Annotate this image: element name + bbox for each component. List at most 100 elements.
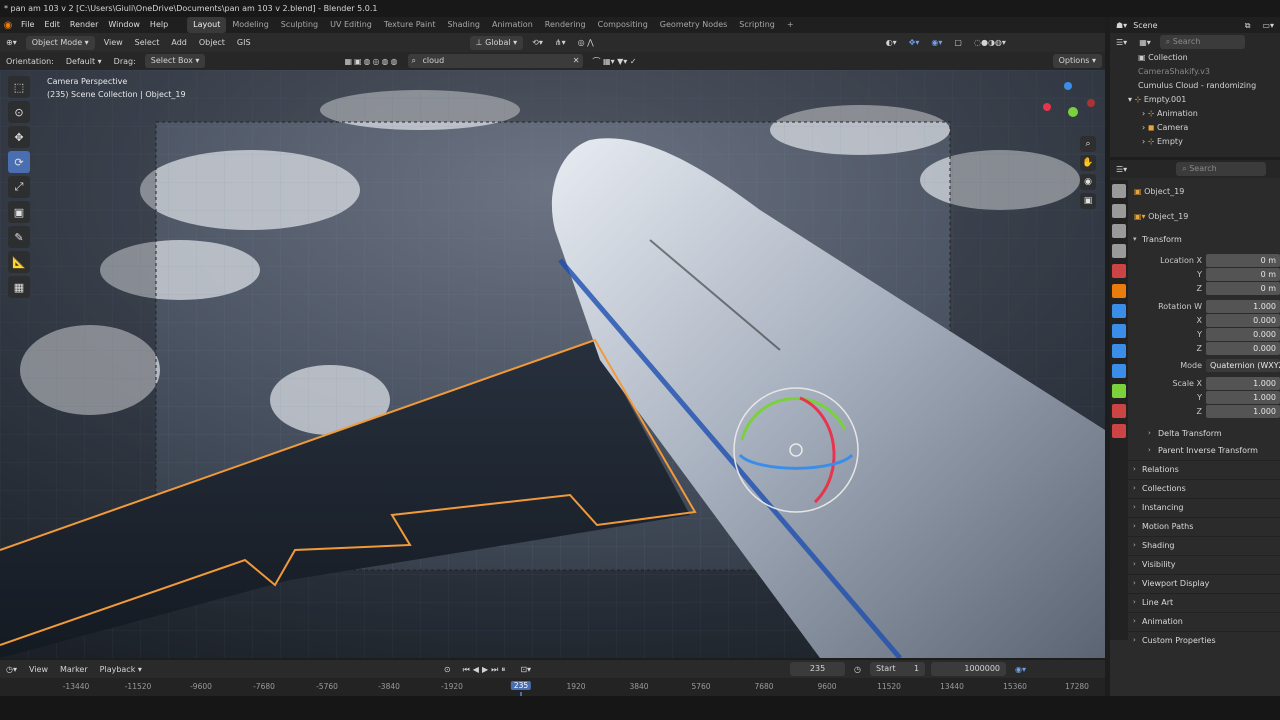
playhead-frame[interactable]: 235 — [510, 681, 532, 690]
annotate-icon[interactable]: ✎ — [8, 226, 30, 248]
render-tab-icon[interactable] — [1112, 204, 1126, 218]
pivot-point-icon[interactable]: ⟲▾ — [526, 33, 549, 52]
options-dropdown[interactable]: Options ▾ — [1052, 54, 1102, 68]
timeline-view-icon[interactable]: ◉▾ — [1009, 660, 1032, 679]
scale-y-field[interactable]: 1.000 — [1206, 391, 1280, 404]
outliner-filter-icon[interactable]: ▦▾ — [1133, 33, 1157, 52]
object-type-icon[interactable]: ▣▾ — [1134, 212, 1146, 221]
playback-controls[interactable]: ⏮◀▶⏭⏸ — [457, 660, 515, 679]
lock-icon[interactable]: ▣ — [1080, 193, 1096, 209]
zoom-icon[interactable]: ⌕ — [1080, 136, 1096, 152]
outliner-item[interactable]: CameraShakify.v3 — [1114, 65, 1280, 79]
output-tab-icon[interactable] — [1112, 224, 1126, 238]
filter-type-icons[interactable]: ▦▣◍◎◍◍ — [338, 52, 405, 71]
snap-icon[interactable]: ⋔▾ — [549, 33, 572, 52]
search-field[interactable]: ⌕ cloud ✕ — [408, 54, 584, 68]
add-cube-icon[interactable]: ▦ — [8, 276, 30, 298]
timeline-menu-view[interactable]: View — [23, 660, 54, 679]
outliner-item[interactable]: Cumulus Cloud - randomizing — [1114, 79, 1280, 93]
rotation-w-field[interactable]: 1.000 — [1206, 300, 1280, 313]
location-z-field[interactable]: 0 m — [1206, 282, 1280, 295]
collections-panel[interactable]: › Collections — [1128, 479, 1280, 496]
add-workspace-button[interactable]: + — [781, 17, 800, 33]
scene-name[interactable]: Scene — [1133, 21, 1157, 30]
menu-render[interactable]: Render — [65, 17, 103, 33]
shading-panel[interactable]: › Shading — [1128, 536, 1280, 553]
outliner-item[interactable]: › ⊹ Animation — [1114, 107, 1280, 121]
timeline-ruler[interactable]: -13440 -11520 -9600 -7680 -5760 -3840 -1… — [0, 678, 1105, 702]
particles-tab-icon[interactable] — [1112, 324, 1126, 338]
viewport-display-panel[interactable]: › Viewport Display — [1128, 574, 1280, 591]
scale-x-field[interactable]: 1.000 — [1206, 377, 1280, 390]
shading-mode-icons[interactable]: ◌●◑◍▾ — [968, 33, 1012, 52]
instancing-panel[interactable]: › Instancing — [1128, 498, 1280, 515]
workspace-tab-uv-editing[interactable]: UV Editing — [324, 17, 378, 33]
line-art-panel[interactable]: › Line Art — [1128, 593, 1280, 610]
orientation-dropdown[interactable]: Default ▾ — [60, 52, 108, 71]
select-box-icon[interactable]: ⬚ — [8, 76, 30, 98]
expand-chevron-icon[interactable]: ▾ — [1128, 95, 1132, 104]
proportional-edit-icon[interactable]: ◎ ⋀ — [572, 33, 600, 52]
drag-dropdown[interactable]: Select Box ▾ — [144, 54, 206, 68]
menu-add[interactable]: Add — [165, 33, 193, 52]
workspace-tab-texture-paint[interactable]: Texture Paint — [378, 17, 442, 33]
cursor-icon[interactable]: ⊙ — [8, 101, 30, 123]
outliner-display-icon[interactable]: ☰▾ — [1110, 33, 1133, 52]
scale-z-field[interactable]: 1.000 — [1206, 405, 1280, 418]
properties-search[interactable]: ⌕ Search — [1176, 162, 1267, 176]
object-name-field[interactable]: Object_19 — [1148, 212, 1188, 221]
expand-chevron-icon[interactable]: › — [1142, 123, 1145, 132]
object-tab-icon[interactable] — [1112, 284, 1126, 298]
rotation-z-field[interactable]: 0.000 — [1206, 342, 1280, 355]
rotation-x-field[interactable]: 0.000 — [1206, 314, 1280, 327]
menu-file[interactable]: File — [16, 17, 39, 33]
outliner-item[interactable]: › ◼ Camera — [1114, 121, 1280, 135]
tool-tab-icon[interactable] — [1112, 184, 1126, 198]
clock-icon[interactable]: ◷ — [848, 660, 867, 679]
outliner-item[interactable]: ▣ Collection — [1114, 51, 1280, 65]
menu-edit[interactable]: Edit — [39, 17, 65, 33]
rotation-y-field[interactable]: 0.000 — [1206, 328, 1280, 341]
visibility-panel[interactable]: › Visibility — [1128, 555, 1280, 572]
workspace-tab-rendering[interactable]: Rendering — [539, 17, 592, 33]
workspace-tab-scripting[interactable]: Scripting — [733, 17, 781, 33]
custom-properties-panel[interactable]: › Custom Properties — [1128, 631, 1280, 648]
timeline-menu-playback[interactable]: Playback ▾ — [94, 660, 148, 679]
filter-icons[interactable]: ⌒ ▦▾ ▼▾ ✓ — [586, 52, 642, 71]
expand-chevron-icon[interactable]: › — [1142, 109, 1145, 118]
overlay-toggle-icon[interactable]: ◉▾ — [925, 33, 948, 52]
measure-icon[interactable]: 📐 — [8, 251, 30, 273]
start-frame-field[interactable]: Start 1 — [870, 662, 926, 676]
data-tab-icon[interactable] — [1112, 384, 1126, 398]
transform-orientation-dropdown[interactable]: ⊥ Global ▾ — [469, 35, 524, 50]
animation-panel[interactable]: › Animation — [1128, 612, 1280, 629]
expand-chevron-icon[interactable]: › — [1142, 137, 1145, 146]
motion-paths-panel[interactable]: › Motion Paths — [1128, 517, 1280, 534]
workspace-tab-animation[interactable]: Animation — [486, 17, 539, 33]
location-x-field[interactable]: 0 m — [1206, 254, 1280, 267]
end-frame-field[interactable]: 1000000 — [931, 662, 1007, 676]
scale-icon[interactable]: ⤢ — [8, 176, 30, 198]
menu-help[interactable]: Help — [145, 17, 173, 33]
menu-object[interactable]: Object — [193, 33, 231, 52]
camera-view-icon[interactable]: ◉ — [1080, 174, 1096, 190]
texture-tab-icon[interactable] — [1112, 424, 1126, 438]
scene-tab-icon[interactable] — [1112, 264, 1126, 278]
current-frame-field[interactable]: 235 — [790, 662, 846, 676]
view-layer-icon[interactable]: ▭▾ — [1256, 16, 1280, 35]
physics-tab-icon[interactable] — [1112, 344, 1126, 358]
outliner-item[interactable]: › ⊹ Empty — [1114, 135, 1280, 149]
rotate-icon[interactable]: ⟳ — [8, 151, 30, 173]
move-icon[interactable]: ✥ — [8, 126, 30, 148]
delta-transform-subpanel[interactable]: › Delta Transform — [1128, 425, 1280, 442]
properties-editor-icon[interactable]: ☰▾ — [1110, 160, 1133, 179]
editor-type-icon[interactable]: ⊕▾ — [0, 33, 23, 52]
view-layer-tab-icon[interactable] — [1112, 244, 1126, 258]
constraints-tab-icon[interactable] — [1112, 364, 1126, 378]
workspace-tab-sculpting[interactable]: Sculpting — [275, 17, 324, 33]
parent-inverse-subpanel[interactable]: › Parent Inverse Transform — [1128, 442, 1280, 459]
location-y-field[interactable]: 0 m — [1206, 268, 1280, 281]
3d-viewport[interactable]: Camera Perspective (235) Scene Collectio… — [0, 70, 1105, 658]
timeline-editor-icon[interactable]: ◷▾ — [0, 660, 23, 679]
blender-logo-icon[interactable]: ◉ — [0, 20, 16, 31]
